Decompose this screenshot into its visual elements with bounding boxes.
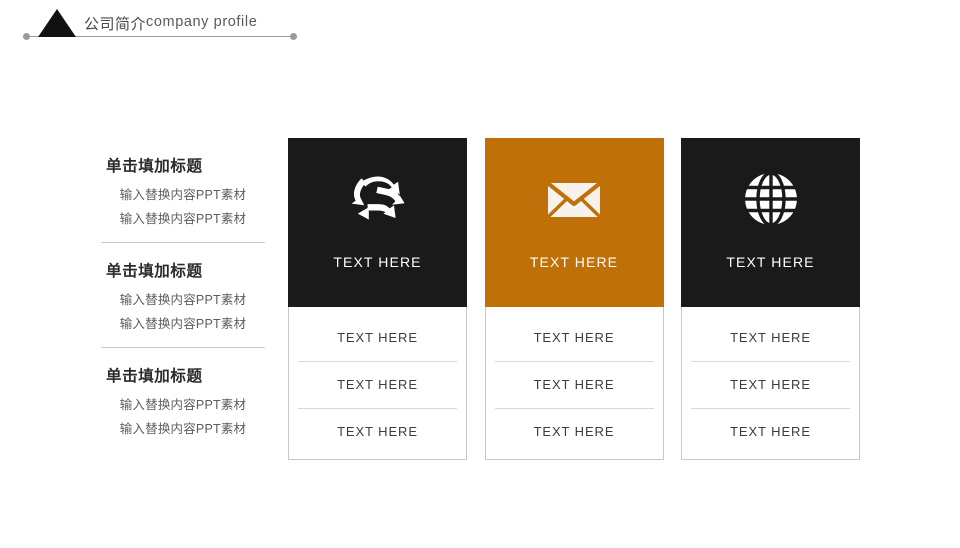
card-header-label: TEXT HERE xyxy=(726,254,815,270)
text-block-title: 单击填加标题 xyxy=(106,368,203,385)
card-row[interactable]: TEXT HERE xyxy=(289,314,466,361)
recycle-icon xyxy=(351,176,405,220)
card-row[interactable]: TEXT HERE xyxy=(486,361,663,408)
info-card[interactable]: TEXT HERE TEXT HERE TEXT HERE TEXT HERE xyxy=(681,138,860,460)
text-block-line: 输入替换内容PPT素材 xyxy=(119,398,247,412)
text-block[interactable]: 单击填加标题 输入替换内容PPT素材 输入替换内容PPT素材 xyxy=(101,156,265,231)
card-row[interactable]: TEXT HERE xyxy=(289,361,466,408)
card-header: TEXT HERE xyxy=(681,138,860,307)
card-row[interactable]: TEXT HERE xyxy=(682,408,859,455)
card-header-label: TEXT HERE xyxy=(333,254,422,270)
globe-icon xyxy=(744,173,797,225)
card-header: TEXT HERE xyxy=(288,138,467,307)
dot-icon xyxy=(23,33,30,40)
card-body: TEXT HERE TEXT HERE TEXT HERE xyxy=(484,307,664,460)
text-block-line: 输入替换内容PPT素材 xyxy=(119,421,247,436)
text-block-divider xyxy=(101,242,265,243)
card-group: TEXT HERE TEXT HERE TEXT HERE TEXT HERE … xyxy=(288,138,860,460)
text-block[interactable]: 单击填加标题 输入替换内容PPT素材 输入替换内容PPT素材 xyxy=(101,366,265,441)
card-row[interactable]: TEXT HERE xyxy=(486,314,663,361)
card-header: TEXT HERE xyxy=(484,138,664,307)
card-row[interactable]: TEXT HERE xyxy=(682,314,859,361)
card-row[interactable]: TEXT HERE xyxy=(486,408,663,455)
page-title-zh: 公司简介 xyxy=(84,16,147,33)
triangle-icon xyxy=(38,9,76,37)
dot-icon xyxy=(290,33,297,40)
slide-header: 公司简介 company profile xyxy=(0,0,960,60)
page-title-en: company profile xyxy=(146,14,258,30)
card-row[interactable]: TEXT HERE xyxy=(682,361,859,408)
text-block-title: 单击填加标题 xyxy=(106,158,203,175)
card-body: TEXT HERE TEXT HERE TEXT HERE xyxy=(681,307,860,460)
left-text-column: 单击填加标题 输入替换内容PPT素材 输入替换内容PPT素材 单击填加标题 输入… xyxy=(101,156,265,441)
text-block-line: 输入替换内容PPT素材 xyxy=(119,293,247,307)
text-block-divider xyxy=(101,347,265,348)
card-row[interactable]: TEXT HERE xyxy=(289,408,466,455)
card-header-label: TEXT HERE xyxy=(529,254,619,270)
info-card[interactable]: TEXT HERE TEXT HERE TEXT HERE TEXT HERE xyxy=(484,138,664,460)
text-block-title: 单击填加标题 xyxy=(106,263,203,280)
info-card[interactable]: TEXT HERE TEXT HERE TEXT HERE TEXT HERE xyxy=(288,138,467,460)
text-block-line: 输入替换内容PPT素材 xyxy=(119,211,247,226)
envelope-icon xyxy=(547,182,601,218)
text-block-line: 输入替换内容PPT素材 xyxy=(119,316,247,331)
text-block[interactable]: 单击填加标题 输入替换内容PPT素材 输入替换内容PPT素材 xyxy=(101,261,265,336)
card-body: TEXT HERE TEXT HERE TEXT HERE xyxy=(288,307,467,460)
text-block-line: 输入替换内容PPT素材 xyxy=(119,188,247,202)
